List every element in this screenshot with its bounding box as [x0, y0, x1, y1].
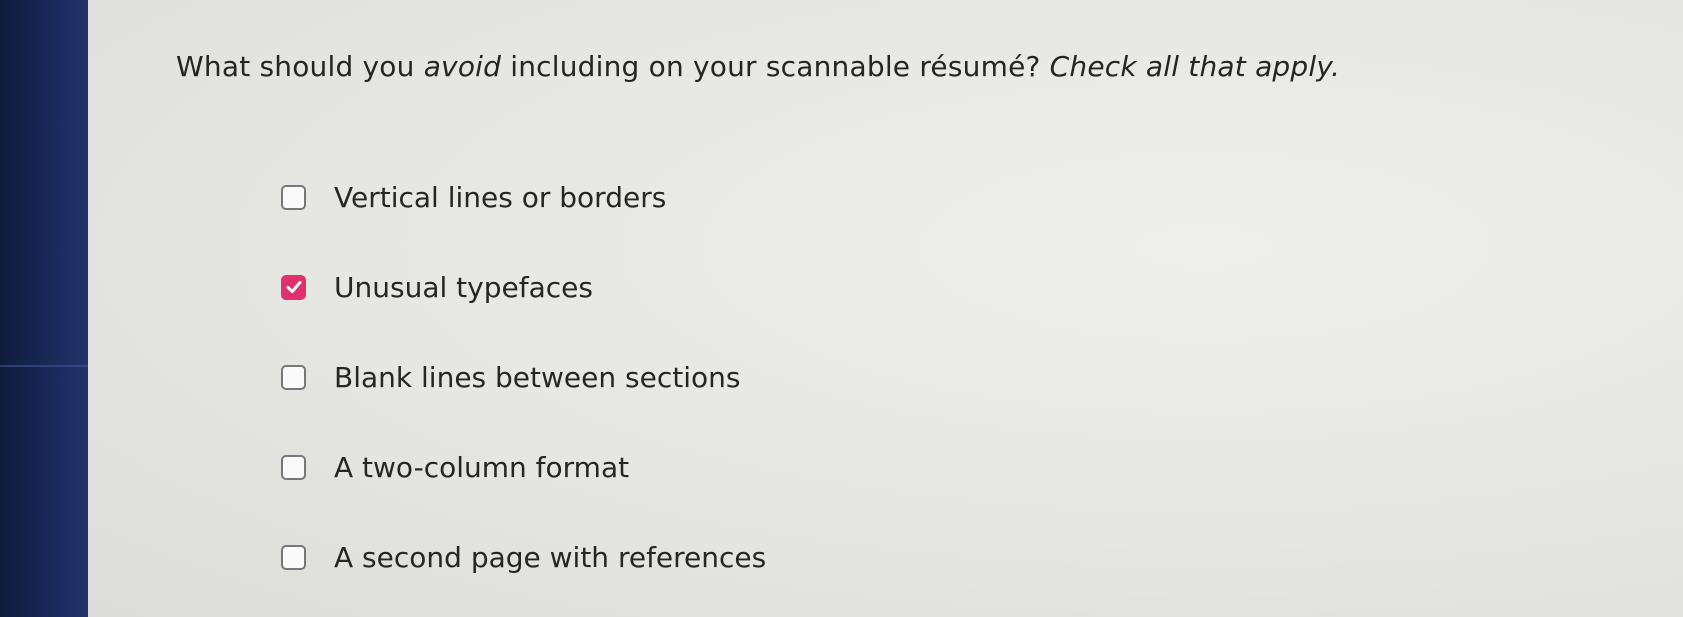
- checkbox-unchecked[interactable]: [281, 364, 306, 390]
- question-text: What should you avoid including on your …: [176, 50, 1340, 83]
- question-instruction: Check all that apply.: [1049, 50, 1341, 83]
- option-second-page-references[interactable]: A second page with references: [281, 512, 766, 602]
- checkbox-checked[interactable]: [281, 274, 306, 300]
- question-part-1: What should you: [176, 50, 424, 83]
- option-label: A second page with references: [334, 540, 767, 574]
- bezel-divider: [0, 365, 88, 367]
- option-unusual-typefaces[interactable]: Unusual typefaces: [281, 242, 766, 332]
- question-emphasis: avoid: [423, 50, 502, 83]
- option-label: Unusual typefaces: [334, 270, 593, 304]
- option-label: Vertical lines or borders: [334, 180, 667, 214]
- option-vertical-lines[interactable]: Vertical lines or borders: [281, 152, 766, 242]
- checkbox-unchecked[interactable]: [281, 544, 306, 570]
- question-part-2: including on your scannable résumé?: [501, 50, 1050, 83]
- option-label: A two-column format: [334, 450, 630, 484]
- monitor-bezel: [0, 0, 88, 617]
- checkbox-unchecked[interactable]: [281, 454, 306, 480]
- option-label: Blank lines between sections: [334, 360, 741, 394]
- checkmark-icon: [286, 281, 301, 293]
- option-two-column-format[interactable]: A two-column format: [281, 422, 766, 512]
- answer-options-list: Vertical lines or borders Unusual typefa…: [281, 152, 766, 602]
- checkbox-unchecked[interactable]: [281, 184, 306, 210]
- option-blank-lines[interactable]: Blank lines between sections: [281, 332, 766, 422]
